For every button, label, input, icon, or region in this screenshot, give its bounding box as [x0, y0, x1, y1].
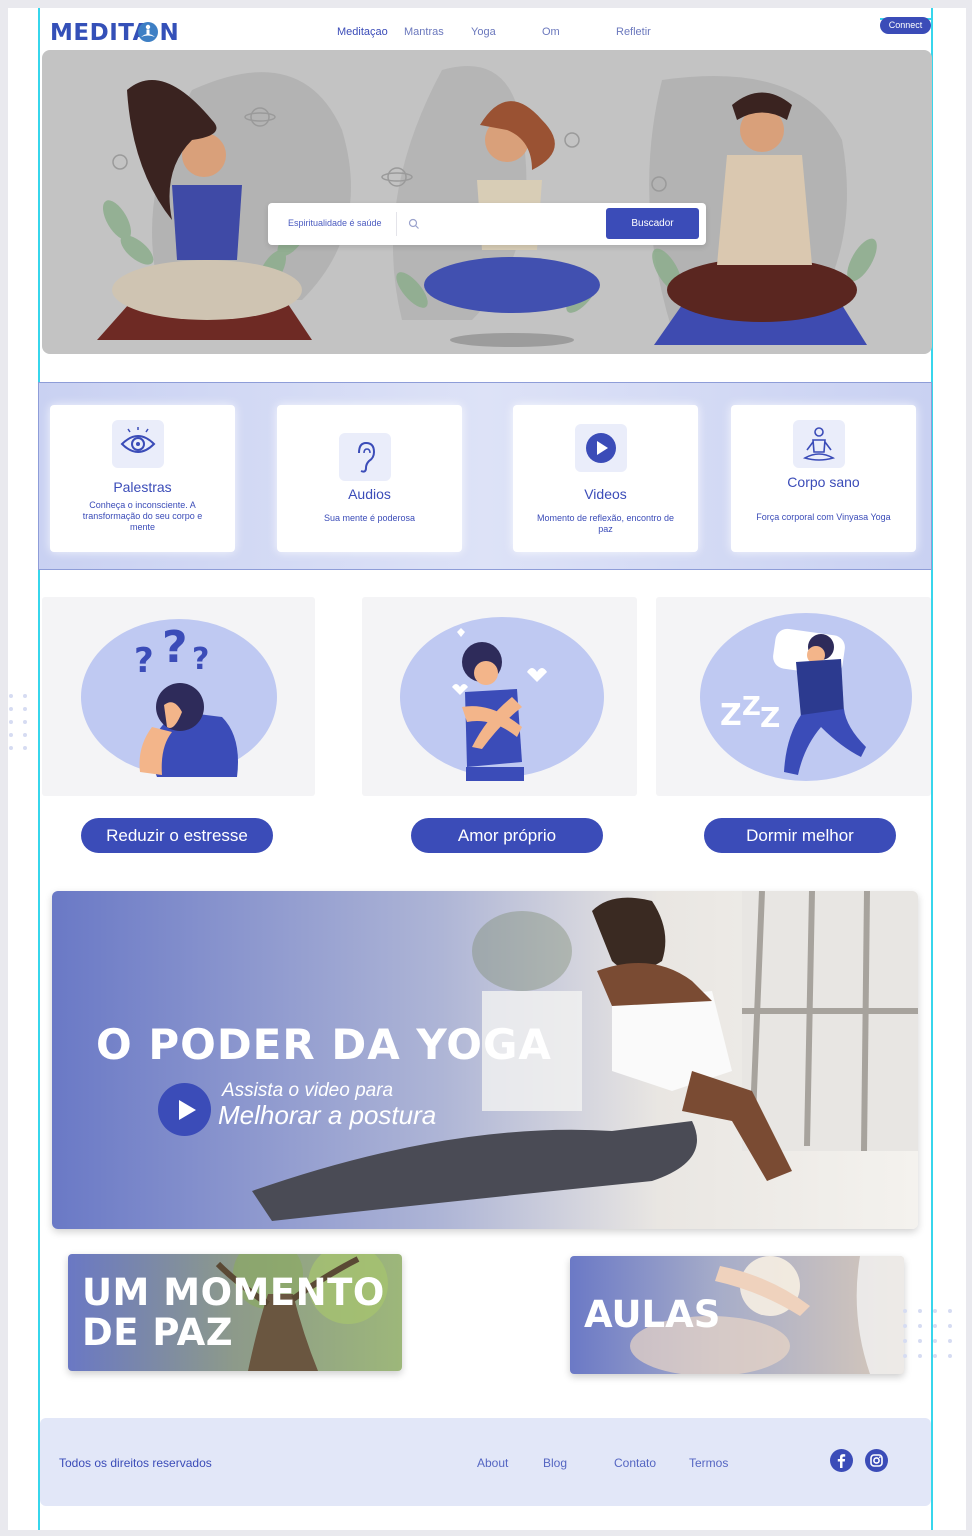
- eye-icon: [112, 420, 164, 468]
- nav-yoga[interactable]: Yoga: [471, 26, 496, 38]
- benefit-button-dormir[interactable]: Dormir melhor: [704, 818, 896, 853]
- momento-de-paz-title: UM MOMENTO DE PAZ: [82, 1273, 385, 1353]
- svg-text:?: ?: [162, 622, 188, 673]
- layout-guide-left: [38, 8, 40, 1530]
- svg-text:Z: Z: [760, 701, 780, 734]
- footer-link-contato[interactable]: Contato: [614, 1456, 656, 1470]
- meditation-icon: [793, 420, 845, 468]
- nav-om[interactable]: Om: [542, 26, 560, 38]
- search-input[interactable]: [426, 213, 596, 235]
- benefit-tile-amor: [362, 597, 637, 796]
- svg-text:?: ?: [134, 641, 154, 681]
- self-love-illustration: [400, 617, 604, 781]
- benefit-tile-dormir: Z Z Z: [656, 597, 931, 796]
- paz-line-1: UM MOMENTO: [82, 1271, 385, 1314]
- dot-grid-right: [903, 1309, 963, 1369]
- search-category[interactable]: Espiritualidade é saúde: [288, 218, 382, 228]
- feature-title: Corpo sano: [787, 474, 860, 490]
- meditating-people-illustration: [97, 66, 877, 347]
- search-divider: [396, 212, 397, 236]
- nav-mantras[interactable]: Mantras: [404, 26, 444, 38]
- feature-desc: Sua mente é poderosa: [323, 513, 416, 523]
- feature-card-palestras[interactable]: Palestras Conheça o inconsciente. A tran…: [50, 405, 235, 552]
- svg-text:?: ?: [192, 642, 209, 677]
- feature-desc: Força corporal com Vinyasa Yoga: [756, 512, 891, 522]
- feature-card-corpo-sano[interactable]: Corpo sano Força corporal com Vinyasa Yo…: [731, 405, 916, 552]
- aulas-title: AULAS: [584, 1293, 721, 1336]
- feature-card-videos[interactable]: Videos Momento de reflexão, encontro de …: [513, 405, 698, 552]
- footer: Todos os direitos reservados About Blog …: [40, 1418, 931, 1506]
- ear-icon: [339, 433, 391, 481]
- feature-desc: Conheça o inconsciente. A transformação …: [82, 500, 203, 532]
- footer-link-termos[interactable]: Termos: [689, 1456, 728, 1470]
- benefit-button-estresse[interactable]: Reduzir o estresse: [81, 818, 273, 853]
- benefit-button-amor[interactable]: Amor próprio: [411, 818, 603, 853]
- yoga-subtitle-2: Melhorar a postura: [218, 1100, 437, 1130]
- svg-text:Z: Z: [742, 692, 761, 722]
- play-video-button[interactable]: [158, 1083, 211, 1136]
- svg-text:Z: Z: [720, 698, 742, 733]
- sleeping-man-illustration: Z Z Z: [700, 613, 912, 781]
- connect-button[interactable]: Connect: [880, 17, 931, 34]
- instagram-icon[interactable]: [865, 1449, 888, 1472]
- footer-link-about[interactable]: About: [477, 1456, 508, 1470]
- play-icon: [575, 424, 627, 472]
- feature-desc: Momento de reflexão, encontro de paz: [536, 513, 675, 534]
- nav-meditacao[interactable]: Meditaçao: [337, 26, 388, 38]
- copyright-text: Todos os direitos reservados: [59, 1456, 212, 1470]
- search-icon: [408, 218, 419, 229]
- feature-card-audios[interactable]: Audios Sua mente é poderosa: [277, 405, 462, 552]
- yoga-title: O PODER DA YOGA: [96, 1020, 552, 1069]
- feature-title: Videos: [584, 486, 627, 502]
- lotus-logo-icon: [138, 22, 158, 42]
- paz-line-2: DE PAZ: [82, 1311, 234, 1354]
- nav-refletir[interactable]: Refletir: [616, 26, 651, 38]
- search-bar: Espiritualidade é saúde Buscador: [268, 203, 706, 245]
- features-section: Palestras Conheça o inconsciente. A tran…: [38, 382, 932, 570]
- logo[interactable]: MEDITA N: [50, 20, 179, 46]
- yoga-subtitle-1: Assista o video para: [222, 1080, 394, 1101]
- benefit-tile-estresse: ? ? ?: [42, 597, 315, 796]
- hero-illustration: Espiritualidade é saúde Buscador: [42, 50, 932, 354]
- feature-title: Audios: [348, 486, 391, 502]
- footer-link-blog[interactable]: Blog: [543, 1456, 567, 1470]
- stressed-woman-illustration: ? ? ?: [81, 619, 277, 777]
- logo-text: MEDITA N: [50, 20, 180, 46]
- search-button[interactable]: Buscador: [606, 208, 699, 239]
- facebook-icon[interactable]: [830, 1449, 853, 1472]
- feature-title: Palestras: [113, 479, 172, 495]
- dot-grid-left: [9, 694, 33, 754]
